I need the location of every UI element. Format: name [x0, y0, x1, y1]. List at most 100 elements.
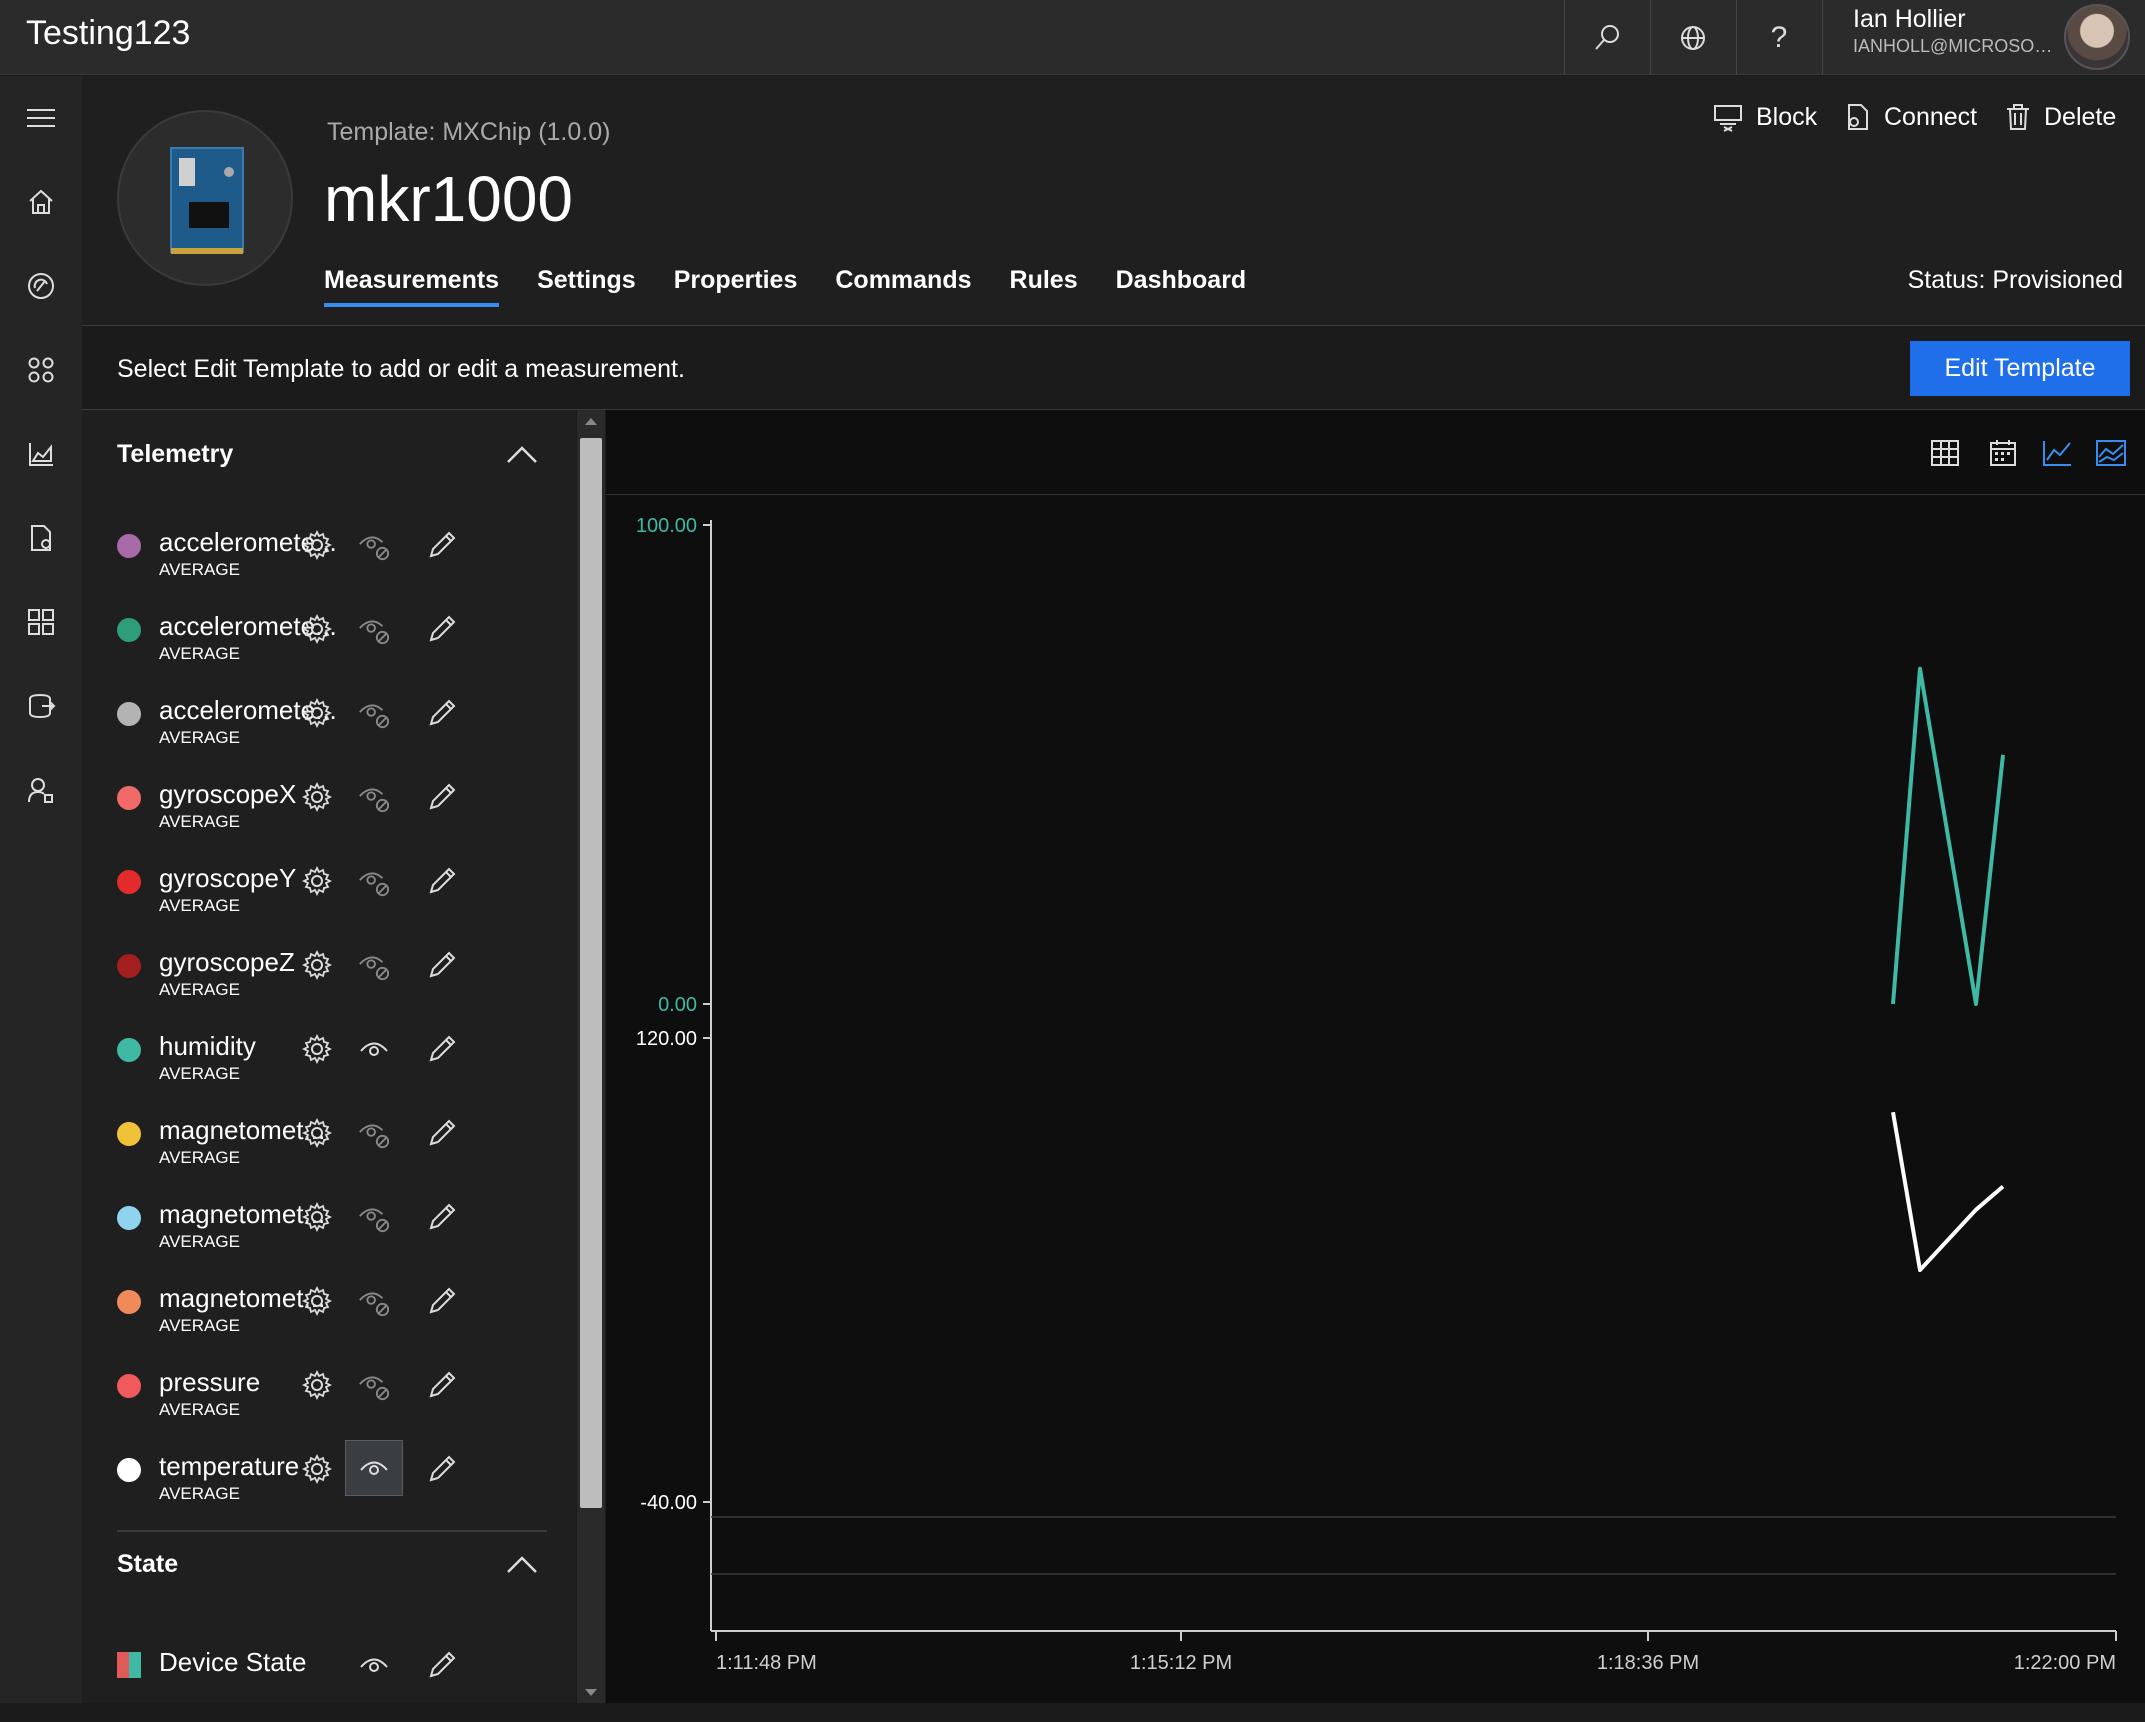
- eye-hidden-icon[interactable]: [357, 1200, 391, 1234]
- eye-hidden-icon[interactable]: [357, 948, 391, 982]
- eye-icon[interactable]: [357, 1032, 391, 1066]
- pencil-icon[interactable]: [425, 612, 459, 646]
- series-color-dot: [117, 534, 141, 558]
- telemetry-item[interactable]: gyroscopeZ AVERAGE: [117, 942, 547, 1022]
- gear-icon[interactable]: [300, 1452, 334, 1486]
- avatar[interactable]: [2064, 4, 2130, 70]
- series-line: [1891, 1111, 2005, 1272]
- tab-measurements[interactable]: Measurements: [324, 266, 500, 307]
- language-button[interactable]: [1650, 0, 1735, 75]
- eye-hidden-icon[interactable]: [357, 780, 391, 814]
- block-icon: [1714, 105, 1742, 132]
- telemetry-item[interactable]: acceleromete... AVERAGE: [117, 522, 547, 602]
- pencil-icon[interactable]: [425, 1452, 459, 1486]
- gear-icon[interactable]: [300, 1032, 334, 1066]
- scroll-thumb[interactable]: [580, 438, 602, 1508]
- aggregation-label: AVERAGE: [159, 1148, 240, 1167]
- app-title[interactable]: Testing123: [26, 14, 190, 53]
- left-nav: [0, 76, 82, 1703]
- eye-icon[interactable]: [345, 1440, 403, 1496]
- gear-icon[interactable]: [300, 1116, 334, 1150]
- state-swatch: [117, 1652, 141, 1678]
- pencil-icon[interactable]: [425, 948, 459, 982]
- home-icon[interactable]: [21, 182, 61, 222]
- gear-icon[interactable]: [300, 696, 334, 730]
- eye-icon[interactable]: [357, 1648, 391, 1682]
- telemetry-item[interactable]: magnetomet... AVERAGE: [117, 1194, 547, 1274]
- state-item-device-state[interactable]: Device State: [117, 1642, 547, 1722]
- pencil-icon[interactable]: [425, 696, 459, 730]
- measurement-name: gyroscopeY: [159, 863, 297, 893]
- gear-icon[interactable]: [300, 780, 334, 814]
- series-color-dot: [117, 1122, 141, 1146]
- gear-icon[interactable]: [300, 612, 334, 646]
- telemetry-item[interactable]: gyroscopeY AVERAGE: [117, 858, 547, 938]
- info-text: Select Edit Template to add or edit a me…: [117, 355, 685, 383]
- eye-hidden-icon[interactable]: [357, 696, 391, 730]
- pencil-icon[interactable]: [425, 780, 459, 814]
- tab-properties[interactable]: Properties: [674, 266, 798, 307]
- hamburger-menu-icon[interactable]: [21, 98, 61, 138]
- telemetry-item[interactable]: gyroscopeX AVERAGE: [117, 774, 547, 854]
- gear-icon[interactable]: [300, 528, 334, 562]
- administration-icon[interactable]: [21, 770, 61, 810]
- measurements-panel: Telemetry acceleromete... AVERAGE accelero…: [82, 410, 576, 1703]
- x-tick-label: 1:18:36 PM: [1597, 1652, 1699, 1674]
- gear-icon[interactable]: [300, 1368, 334, 1402]
- connect-button[interactable]: Connect: [1842, 102, 1977, 132]
- pencil-icon[interactable]: [425, 1648, 459, 1682]
- telemetry-item[interactable]: magnetomet... AVERAGE: [117, 1278, 547, 1358]
- delete-button[interactable]: Delete: [2004, 102, 2116, 132]
- device-header: Template: MXChip (1.0.0) mkr1000 Measure…: [82, 76, 2145, 326]
- pencil-icon[interactable]: [425, 1116, 459, 1150]
- block-label: Block: [1756, 102, 1818, 131]
- telemetry-item[interactable]: pressure AVERAGE: [117, 1362, 547, 1442]
- telemetry-header: Telemetry: [117, 440, 234, 468]
- block-button[interactable]: Block: [1712, 102, 1817, 132]
- device-sets-icon[interactable]: [21, 350, 61, 390]
- tab-commands[interactable]: Commands: [835, 266, 971, 307]
- edit-template-button[interactable]: Edit Template: [1910, 341, 2130, 396]
- pencil-icon[interactable]: [425, 528, 459, 562]
- data-export-icon[interactable]: [21, 686, 61, 726]
- pencil-icon[interactable]: [425, 1032, 459, 1066]
- telemetry-item[interactable]: acceleromete... AVERAGE: [117, 690, 547, 770]
- connect-label: Connect: [1884, 102, 1978, 131]
- jobs-icon[interactable]: [21, 518, 61, 558]
- line-chart[interactable]: 100.00 0.00 120.00 -40.00 1:11:48 PM 1:15:12 …: [606, 410, 2145, 1703]
- analytics-icon[interactable]: [21, 434, 61, 474]
- help-button[interactable]: ?: [1736, 0, 1821, 75]
- gear-icon[interactable]: [300, 864, 334, 898]
- gear-icon[interactable]: [300, 948, 334, 982]
- tab-settings[interactable]: Settings: [537, 266, 636, 307]
- user-menu[interactable]: Ian Hollier IANHOLL@MICROSOF...: [1822, 0, 2145, 75]
- pencil-icon[interactable]: [425, 1368, 459, 1402]
- telemetry-item[interactable]: humidity AVERAGE: [117, 1026, 547, 1106]
- gear-icon[interactable]: [300, 1284, 334, 1318]
- chevron-up-icon[interactable]: [502, 440, 542, 470]
- device-templates-icon[interactable]: [21, 602, 61, 642]
- pencil-icon[interactable]: [425, 1200, 459, 1234]
- telemetry-item[interactable]: acceleromete... AVERAGE: [117, 606, 547, 686]
- telemetry-item[interactable]: magnetomet... AVERAGE: [117, 1110, 547, 1190]
- eye-hidden-icon[interactable]: [357, 1368, 391, 1402]
- measurement-name: gyroscopeX: [159, 779, 297, 809]
- search-button[interactable]: [1564, 0, 1649, 75]
- eye-hidden-icon[interactable]: [357, 528, 391, 562]
- tab-rules[interactable]: Rules: [1010, 266, 1078, 307]
- globe-icon: [1681, 25, 1705, 50]
- pencil-icon[interactable]: [425, 1284, 459, 1318]
- chevron-up-icon[interactable]: [502, 1550, 542, 1580]
- telemetry-item[interactable]: temperature AVERAGE: [117, 1440, 547, 1526]
- eye-hidden-icon[interactable]: [357, 1284, 391, 1318]
- eye-hidden-icon[interactable]: [357, 612, 391, 646]
- gear-icon[interactable]: [300, 1200, 334, 1234]
- series-color-dot: [117, 1206, 141, 1230]
- series-color-dot: [117, 954, 141, 978]
- pencil-icon[interactable]: [425, 864, 459, 898]
- devices-icon[interactable]: [21, 266, 61, 306]
- tab-dashboard[interactable]: Dashboard: [1116, 266, 1247, 307]
- eye-hidden-icon[interactable]: [357, 864, 391, 898]
- eye-hidden-icon[interactable]: [357, 1116, 391, 1150]
- panel-scrollbar[interactable]: [577, 410, 605, 1703]
